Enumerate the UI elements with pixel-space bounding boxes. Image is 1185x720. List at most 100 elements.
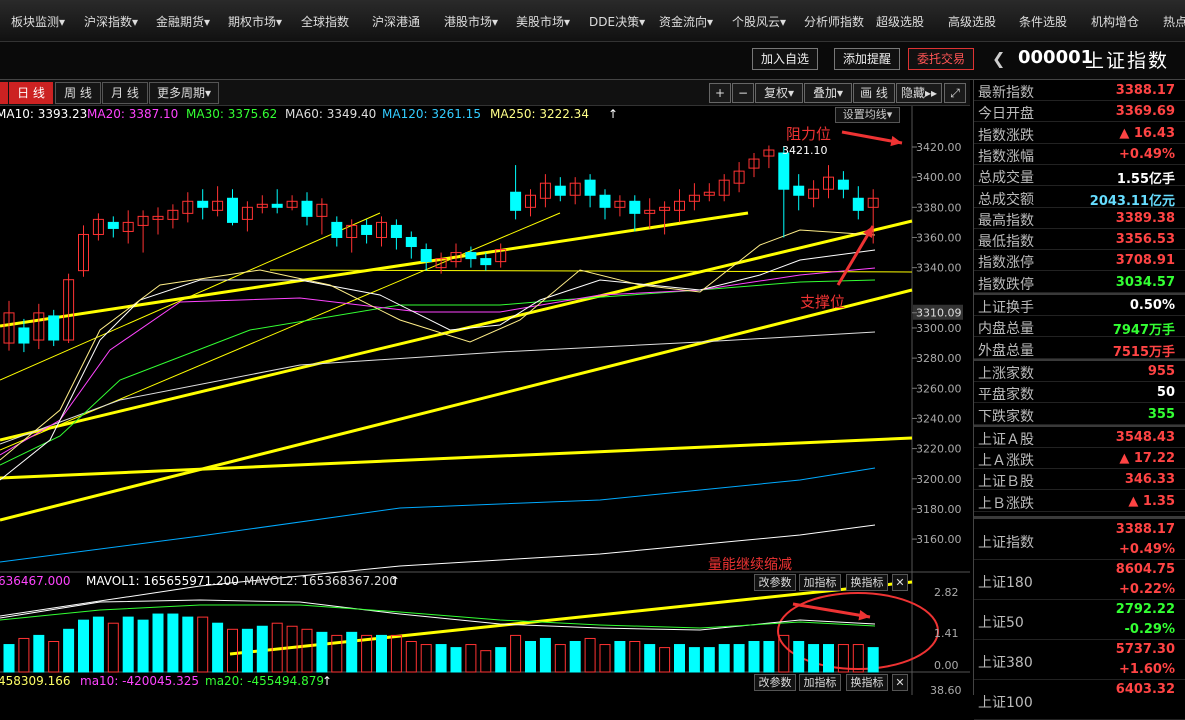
ma30-line [0, 279, 876, 466]
overlay-button[interactable]: 叠加▾ [804, 83, 852, 103]
price-tick-label: 3400.00 [916, 171, 962, 184]
ma-arrow-icon: ↑ [608, 107, 619, 121]
ind2-modify-params-button[interactable]: 改参数 [754, 674, 796, 691]
candle-body [852, 197, 864, 211]
index-row[interactable]: 上证100 6403.32 [974, 680, 1185, 720]
nav-item-6[interactable]: 港股市场▾ [438, 13, 504, 30]
nav-item-16[interactable]: 热点 [1157, 13, 1185, 30]
zoom-out-button[interactable]: − [732, 83, 754, 103]
ind2-add-indicator-button[interactable]: 加指标 [799, 674, 841, 691]
prev-stock-icon[interactable]: ❮ [992, 49, 1005, 68]
volume-bar [182, 616, 194, 673]
nav-item-10[interactable]: 个股风云▾ [726, 13, 792, 30]
volume-bar [584, 637, 596, 673]
candle-body [197, 200, 209, 208]
vol-close-icon[interactable]: ✕ [892, 574, 908, 591]
quote-value: 346.33 [1124, 472, 1175, 488]
index-name: 上证100 [978, 695, 1033, 711]
quote-value: 7947万手 [1112, 323, 1175, 339]
nav-item-1[interactable]: 沪深指数▾ [78, 13, 144, 30]
mavol2-label: MAVOL2: 165368367.200 [244, 574, 397, 588]
entrust-trade-button[interactable]: 委托交易 [908, 48, 974, 70]
ma120-line [0, 467, 876, 563]
quote-row: 上Ａ涨跌 ▲ 17.22 [974, 448, 1185, 470]
index-name: 上证180 [978, 575, 1033, 591]
index-row[interactable]: 上证180 8604.75 +0.22% [974, 560, 1185, 600]
quote-value: 3708.91 [1115, 253, 1175, 269]
ma20-line [0, 267, 876, 456]
nav-item-2[interactable]: 金融期货▾ [150, 13, 216, 30]
period-tab-more[interactable]: 更多周期▾ [149, 82, 219, 104]
add-alert-button[interactable]: 添加提醒 [834, 48, 900, 70]
vol-axis-label: 1.41 [934, 627, 959, 640]
vol-switch-indicator-button[interactable]: 换指标 [846, 574, 888, 591]
nav-item-14[interactable]: 条件选股 [1013, 13, 1073, 30]
nav-item-8[interactable]: DDE决策▾ [583, 13, 651, 30]
quote-label: 外盘总量 [978, 342, 1034, 359]
volume-bar [510, 634, 522, 673]
adjust-rights-button[interactable]: 复权▾ [755, 83, 803, 103]
volume-bar [674, 644, 685, 673]
zoom-in-button[interactable]: + [709, 83, 731, 103]
volume-bar [107, 622, 119, 673]
hide-panel-button[interactable]: 隐藏▸▸ [896, 83, 942, 103]
volume-bar [450, 647, 462, 673]
candle-body [18, 327, 30, 344]
index-name: 上证指数 [978, 535, 1034, 551]
candle-body [465, 252, 477, 260]
index-row[interactable]: 上证50 2792.22 -0.29% [974, 600, 1185, 640]
nav-item-9[interactable]: 资金流向▾ [653, 13, 719, 30]
nav-item-3[interactable]: 期权市场▾ [222, 13, 288, 30]
period-tab-prev[interactable] [0, 82, 8, 104]
index-change: -0.29% [1124, 622, 1176, 637]
quote-row: 今日开盘 3369.69 [974, 101, 1185, 123]
add-watchlist-button[interactable]: 加入自选 [752, 48, 818, 70]
ind2-arrow-icon: ↑ [322, 674, 333, 688]
support-annotation: 支撑位 [800, 293, 846, 311]
quote-value: 955 [1147, 363, 1175, 379]
candle-body [107, 221, 119, 229]
quote-value: 2043.11亿元 [1089, 193, 1175, 209]
volume-bar [748, 641, 760, 673]
nav-item-7[interactable]: 美股市场▾ [510, 13, 576, 30]
index-row[interactable]: 上证指数 3388.17 +0.49% [974, 520, 1185, 560]
candle-body [480, 258, 492, 266]
ma120-label: MA120: 3261.15 [382, 107, 481, 121]
nav-item-4[interactable]: 全球指数 [295, 13, 355, 30]
nav-item-0[interactable]: 板块监测▾ [5, 13, 71, 30]
volume-bar [808, 644, 820, 673]
fullscreen-icon[interactable]: ⤢ [944, 83, 966, 103]
quote-label: 指数涨幅 [978, 148, 1034, 165]
index-row[interactable]: 上证380 5737.30 +1.60% [974, 640, 1185, 680]
period-tab-weekly[interactable]: 周 线 [55, 82, 101, 104]
ind2-switch-indicator-button[interactable]: 换指标 [846, 674, 888, 691]
nav-item-12[interactable]: 超级选股 [870, 13, 930, 30]
nav-item-13[interactable]: 高级选股 [942, 13, 1002, 30]
quote-value: 3548.43 [1115, 429, 1175, 445]
quote-value: 1.55亿手 [1116, 172, 1175, 188]
nav-item-11[interactable]: 分析师指数 [798, 13, 870, 30]
period-tab-monthly[interactable]: 月 线 [102, 82, 148, 104]
quote-row: 最低指数 3356.53 [974, 229, 1185, 251]
volume-bar [763, 641, 775, 673]
candle-body [554, 185, 566, 196]
volume-bar [629, 641, 641, 673]
vol-add-indicator-button[interactable]: 加指标 [799, 574, 841, 591]
kline-chart-area[interactable]: 3420.00 3400.00 3380.00 3360.00 3340.00 3310.… [0, 80, 970, 695]
vol-modify-params-button[interactable]: 改参数 [754, 574, 796, 591]
quote-value: ▲ 1.35 [1128, 493, 1175, 509]
quote-row: 最高指数 3389.38 [974, 208, 1185, 229]
volume-bar [659, 647, 671, 673]
period-tab-daily[interactable]: 日 线 [9, 82, 53, 104]
quote-label: 最高指数 [978, 212, 1034, 229]
volume-bar [733, 644, 745, 673]
draw-line-button[interactable]: 画 线 [853, 83, 895, 103]
ind2-close-icon[interactable]: ✕ [892, 674, 908, 691]
price-tick-label: 3340.00 [916, 262, 962, 275]
stock-code: 000001 [1018, 47, 1094, 68]
nav-item-15[interactable]: 机构增仓 [1085, 13, 1145, 30]
volume-bar [197, 616, 209, 673]
set-ma-button[interactable]: 设置均线▾ [835, 107, 900, 123]
nav-item-5[interactable]: 沪深港通 [366, 13, 426, 30]
stock-name: 上证指数 [1085, 50, 1170, 72]
